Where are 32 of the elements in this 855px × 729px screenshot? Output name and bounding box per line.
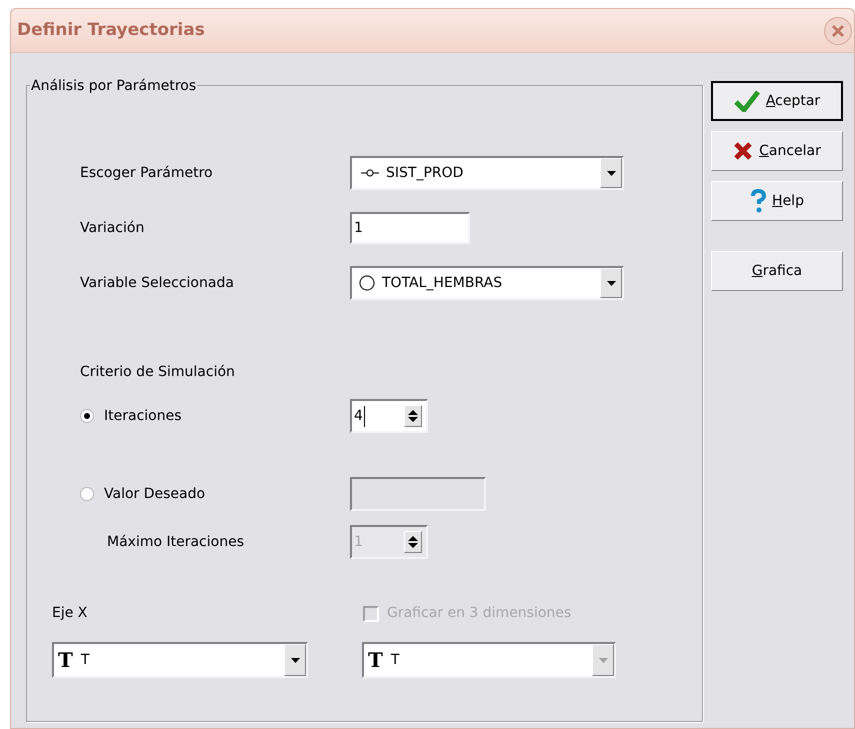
close-icon	[831, 24, 845, 38]
parameter-icon	[360, 168, 380, 178]
close-button[interactable]	[824, 16, 852, 44]
checkmark-icon	[734, 90, 760, 112]
field-label: Máximo Iteraciones	[107, 532, 245, 552]
input-field[interactable]: 1	[350, 212, 470, 244]
field-label: Variación	[80, 218, 146, 238]
dialog-button[interactable]: Grafica	[711, 251, 843, 291]
dialog-button[interactable]: Help	[711, 181, 843, 221]
cross-icon	[733, 141, 754, 161]
dialog-button[interactable]: Aceptar	[711, 81, 843, 121]
caret-icon	[606, 170, 616, 176]
field-label: Escoger Parámetro	[80, 164, 214, 182]
input-field[interactable]	[350, 477, 486, 511]
radio-button[interactable]: Valor Deseado	[80, 484, 350, 504]
spin-arrows-icon	[408, 409, 418, 423]
question-mark-icon	[750, 189, 766, 213]
dialog-button[interactable]: Cancelar	[711, 131, 843, 171]
field-label: Eje X	[52, 604, 88, 623]
section-label: Criterio de Simulación	[80, 363, 235, 382]
dropdown[interactable]: T T	[52, 642, 308, 678]
caret-icon	[598, 658, 608, 662]
circle-icon	[358, 274, 376, 292]
dropdown[interactable]: TOTAL_HEMBRAS	[350, 266, 624, 300]
radio-button[interactable]: Iteraciones	[80, 406, 350, 426]
spin-arrows-icon	[408, 535, 418, 549]
spin-box[interactable]: 4	[350, 399, 428, 433]
window-title: Definir Trayectorias	[17, 18, 205, 42]
field-label: Variable Seleccionada	[80, 274, 235, 292]
dropdown[interactable]: SIST_PROD	[350, 156, 624, 190]
caret-icon	[606, 280, 616, 286]
caret-icon	[290, 658, 300, 662]
